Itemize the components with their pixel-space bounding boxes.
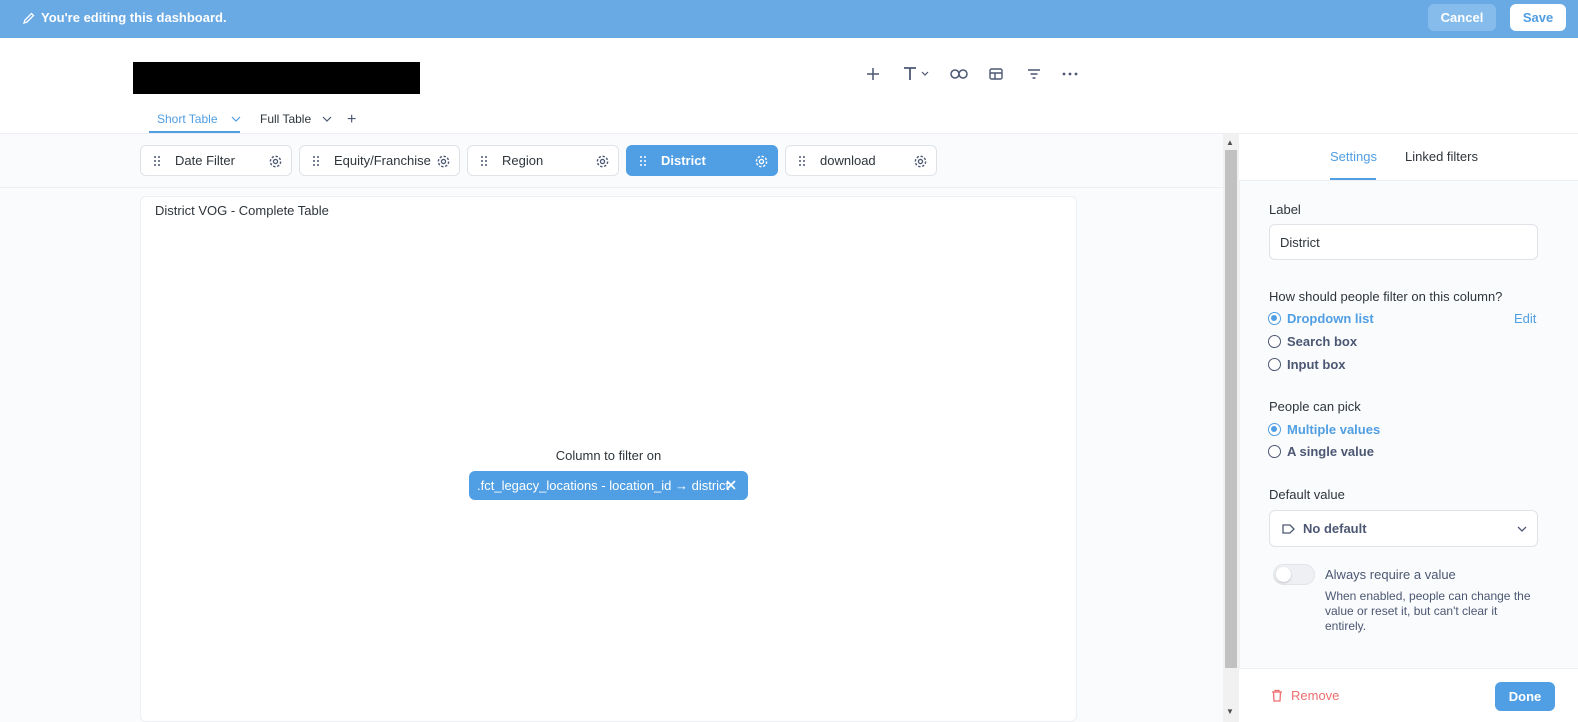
- done-button[interactable]: Done: [1495, 682, 1555, 711]
- dashboard-title-redacted[interactable]: [133, 62, 420, 94]
- text-icon[interactable]: [902, 64, 932, 84]
- plus-icon[interactable]: [863, 64, 883, 84]
- chevron-down-icon[interactable]: [230, 114, 242, 124]
- radio-label: Search box: [1287, 334, 1358, 349]
- gear-icon[interactable]: [436, 154, 451, 169]
- radio-button[interactable]: [1268, 358, 1281, 371]
- section-icon[interactable]: [986, 64, 1006, 84]
- default-value-heading: Default value: [1269, 487, 1345, 502]
- panel-tab-active-indicator: [1330, 178, 1376, 180]
- gear-icon[interactable]: [595, 154, 610, 169]
- tab-linked-filters[interactable]: Linked filters: [1405, 149, 1478, 164]
- link-icon[interactable]: [949, 64, 969, 84]
- remove-button[interactable]: Remove: [1271, 688, 1339, 703]
- require-value-label: Always require a value: [1325, 567, 1456, 582]
- filter-type-heading: How should people filter on this column?: [1269, 289, 1503, 304]
- edit-mode-message: You're editing this dashboard.: [41, 10, 227, 25]
- require-value-description: When enabled, people can change the valu…: [1325, 589, 1531, 633]
- pick-heading: People can pick: [1269, 399, 1361, 414]
- scrollbar-thumb[interactable]: [1225, 150, 1237, 668]
- chevron-down-icon[interactable]: [321, 114, 333, 124]
- tab-full-table[interactable]: Full Table: [260, 112, 333, 126]
- radio-label: A single value: [1287, 444, 1374, 459]
- radio-single-value[interactable]: A single value: [1268, 444, 1374, 459]
- filter-chip-download[interactable]: download: [785, 145, 937, 176]
- tab-short-table[interactable]: Short Table: [157, 112, 242, 126]
- tab-settings[interactable]: Settings: [1330, 149, 1377, 164]
- trash-icon: [1272, 689, 1282, 702]
- edit-mode-bar: You're editing this dashboard. Cancel Sa…: [0, 0, 1578, 38]
- radio-label: Dropdown list: [1287, 311, 1374, 326]
- gear-icon[interactable]: [754, 154, 769, 169]
- default-value-text: No default: [1303, 521, 1367, 536]
- card-title: District VOG - Complete Table: [155, 203, 329, 218]
- filter-chip-date-filter[interactable]: Date Filter: [140, 145, 292, 176]
- drag-handle-icon[interactable]: [639, 155, 647, 167]
- drag-handle-icon[interactable]: [312, 155, 320, 167]
- add-tab-icon[interactable]: +: [347, 111, 356, 129]
- radio-dropdown-list[interactable]: Dropdown list: [1268, 311, 1374, 326]
- column-mapping-pill[interactable]: .fct_legacy_locations - location_id → di…: [469, 471, 748, 500]
- radio-label: Multiple values: [1287, 422, 1381, 437]
- radio-button[interactable]: [1268, 445, 1281, 458]
- filter-chip-label: download: [820, 153, 876, 168]
- filter-chip-equity-franchise[interactable]: Equity/Franchise: [299, 145, 460, 176]
- scroll-down-icon[interactable]: ▼: [1226, 707, 1234, 716]
- radio-multiple-values[interactable]: Multiple values: [1268, 422, 1380, 437]
- tab-label: Full Table: [260, 112, 312, 126]
- remove-label: Remove: [1291, 688, 1340, 703]
- gear-icon[interactable]: [268, 154, 283, 169]
- drag-handle-icon[interactable]: [798, 155, 806, 167]
- drag-handle-icon[interactable]: [480, 155, 488, 167]
- filter-icon[interactable]: [1024, 64, 1044, 84]
- drag-handle-icon[interactable]: [153, 155, 161, 167]
- filter-chip-label: Date Filter: [175, 153, 235, 168]
- pencil-icon: [22, 12, 35, 25]
- close-icon[interactable]: [724, 478, 738, 492]
- radio-input-box[interactable]: Input box: [1268, 357, 1346, 372]
- filter-chip-region[interactable]: Region: [467, 145, 619, 176]
- scroll-up-icon[interactable]: ▲: [1226, 138, 1234, 147]
- filter-chip-label: Region: [502, 153, 544, 168]
- gear-icon[interactable]: [913, 154, 928, 169]
- more-icon[interactable]: [1060, 64, 1080, 84]
- radio-button[interactable]: [1268, 423, 1281, 436]
- radio-button[interactable]: [1268, 312, 1281, 325]
- tab-active-indicator: [149, 131, 240, 133]
- require-value-toggle[interactable]: [1273, 564, 1315, 585]
- radio-search-box[interactable]: Search box: [1268, 334, 1357, 349]
- tab-label: Short Table: [157, 112, 218, 126]
- filter-chip-district[interactable]: District: [626, 145, 778, 176]
- cancel-button[interactable]: Cancel: [1428, 4, 1496, 31]
- chevron-down-icon: [1517, 526, 1527, 532]
- label-heading: Label: [1269, 202, 1301, 217]
- column-to-filter-label: Column to filter on: [555, 448, 662, 463]
- default-value-select[interactable]: No default: [1269, 510, 1538, 547]
- label-input[interactable]: [1269, 224, 1538, 260]
- filter-chip-label: Equity/Franchise: [334, 153, 431, 168]
- radio-label: Input box: [1287, 357, 1346, 372]
- column-mapping-text: .fct_legacy_locations - location_id → di…: [477, 478, 730, 493]
- edit-link[interactable]: Edit: [1514, 311, 1536, 326]
- tag-icon: [1282, 523, 1295, 534]
- radio-button[interactable]: [1268, 335, 1281, 348]
- save-button[interactable]: Save: [1510, 4, 1566, 31]
- filter-chip-label: District: [661, 153, 706, 168]
